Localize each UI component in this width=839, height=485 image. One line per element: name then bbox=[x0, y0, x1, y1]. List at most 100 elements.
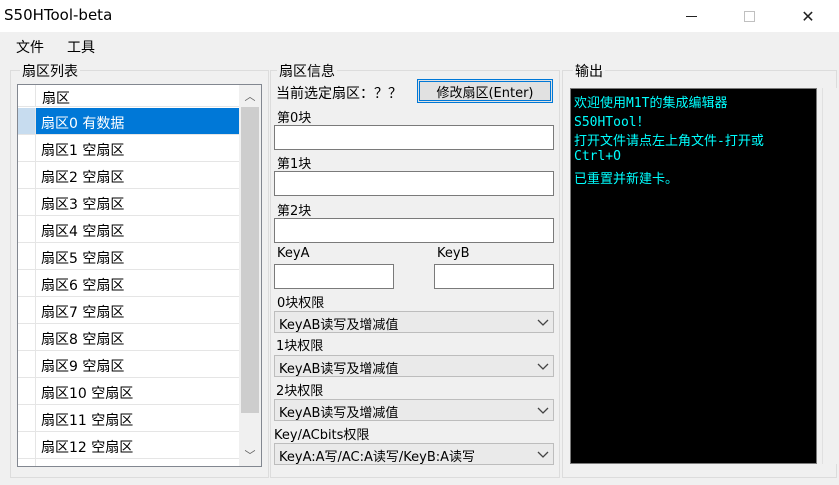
scroll-down-icon[interactable]: ﹀ bbox=[243, 446, 257, 464]
keyb-label: KeyB bbox=[437, 246, 470, 261]
block1-permission-select[interactable]: KeyAB读写及增减值 bbox=[274, 355, 554, 377]
chevron-down-icon bbox=[537, 319, 549, 326]
sector-row[interactable]: 扇区0 有数据 bbox=[18, 108, 239, 135]
output-console[interactable]: 欢迎使用M1T的集成编辑器 S50HTool！ 打开文件请点左上角文件-打开或 Ctr… bbox=[570, 88, 817, 464]
output-line: 欢迎使用M1T的集成编辑器 bbox=[574, 96, 728, 111]
sector-row-label: 扇区6 空扇区 bbox=[41, 278, 125, 294]
sector-row[interactable]: 扇区13 空扇区 bbox=[18, 459, 239, 466]
output-line: 已重置并新建卡。 bbox=[574, 172, 679, 187]
sector-row-label: 扇区12 空扇区 bbox=[41, 440, 134, 456]
sector-row-label: 扇区9 空扇区 bbox=[41, 359, 125, 375]
block0-permission-select[interactable]: KeyAB读写及增减值 bbox=[274, 311, 554, 333]
sector-row-label: 扇区5 空扇区 bbox=[41, 251, 125, 267]
block2-label: 第2块 bbox=[277, 204, 312, 219]
keya-input[interactable] bbox=[274, 264, 394, 289]
sector-row-label: 扇区2 空扇区 bbox=[41, 170, 125, 186]
block2-permission-value: KeyAB读写及增减值 bbox=[279, 406, 399, 421]
sector-row-label: 扇区1 空扇区 bbox=[41, 143, 125, 159]
window-title: S50HTool-beta bbox=[4, 6, 113, 24]
acbits-permission-value: KeyA:A写/AC:A读写/KeyB:A读写 bbox=[279, 450, 476, 465]
row-gutter bbox=[18, 459, 36, 466]
sector-row-label: 扇区3 空扇区 bbox=[41, 197, 125, 213]
sector-row-label: 扇区8 空扇区 bbox=[41, 332, 125, 348]
menu-tools[interactable]: 工具 bbox=[67, 37, 95, 57]
block1-input[interactable] bbox=[274, 171, 554, 196]
chevron-down-icon bbox=[537, 407, 549, 414]
block1-permission-value: KeyAB读写及增减值 bbox=[279, 362, 399, 377]
close-icon: ✕ bbox=[801, 6, 815, 26]
sector-row[interactable]: 扇区10 空扇区 bbox=[18, 378, 239, 405]
scrollbar-thumb[interactable] bbox=[241, 107, 259, 413]
acbits-permission-label: Key/ACbits权限 bbox=[274, 428, 370, 443]
close-button[interactable]: ✕ bbox=[785, 0, 831, 32]
block2-input[interactable] bbox=[274, 218, 554, 243]
menu-bar: 文件 工具 bbox=[0, 33, 839, 59]
maximize-button[interactable] bbox=[726, 0, 772, 32]
sector-list-title: 扇区列表 bbox=[20, 61, 80, 81]
menu-file[interactable]: 文件 bbox=[16, 37, 44, 57]
current-sector-label: 当前选定扇区：？？ bbox=[276, 86, 402, 102]
header-gutter bbox=[18, 85, 36, 107]
block2-permission-label: 2块权限 bbox=[276, 384, 324, 399]
sector-row[interactable]: 扇区7 空扇区 bbox=[18, 297, 239, 324]
minimize-button[interactable] bbox=[668, 0, 714, 32]
block2-permission-select[interactable]: KeyAB读写及增减值 bbox=[274, 399, 554, 421]
sector-row-label: 扇区0 有数据 bbox=[41, 116, 125, 132]
sector-row-label: 扇区13 空扇区 bbox=[41, 464, 133, 466]
row-gutter bbox=[18, 405, 36, 431]
output-scrollbar[interactable] bbox=[822, 88, 838, 464]
row-gutter bbox=[18, 135, 36, 161]
row-gutter bbox=[18, 162, 36, 188]
row-gutter bbox=[18, 216, 36, 242]
row-gutter bbox=[18, 297, 36, 323]
column-header-sector: 扇区 bbox=[42, 91, 70, 107]
row-gutter bbox=[18, 189, 36, 215]
maximize-icon bbox=[743, 10, 755, 22]
sector-list-header[interactable]: 扇区 bbox=[18, 85, 239, 107]
modify-sector-button[interactable]: 修改扇区(Enter) bbox=[417, 79, 553, 103]
modify-sector-label: 修改扇区(Enter) bbox=[436, 85, 534, 101]
keyb-input[interactable] bbox=[434, 264, 554, 289]
block1-permission-label: 1块权限 bbox=[276, 339, 324, 354]
block0-input[interactable] bbox=[274, 125, 554, 150]
title-bar: S50HTool-beta ✕ bbox=[0, 0, 839, 32]
sector-info-title: 扇区信息 bbox=[277, 61, 337, 81]
row-gutter bbox=[18, 432, 36, 458]
acbits-permission-select[interactable]: KeyA:A写/AC:A读写/KeyB:A读写 bbox=[274, 443, 554, 465]
row-gutter bbox=[18, 324, 36, 350]
sector-row[interactable]: 扇区6 空扇区 bbox=[18, 270, 239, 297]
block1-label: 第1块 bbox=[277, 157, 312, 172]
sector-row[interactable]: 扇区11 空扇区 bbox=[18, 405, 239, 432]
sector-row[interactable]: 扇区9 空扇区 bbox=[18, 351, 239, 378]
sector-row-label: 扇区7 空扇区 bbox=[41, 305, 125, 321]
output-line: S50HTool！ bbox=[574, 115, 650, 130]
block0-permission-value: KeyAB读写及增减值 bbox=[279, 318, 399, 333]
output-title: 输出 bbox=[573, 61, 605, 81]
block0-label: 第0块 bbox=[277, 111, 312, 126]
sector-row[interactable]: 扇区2 空扇区 bbox=[18, 162, 239, 189]
sector-list[interactable]: 扇区 扇区0 有数据 扇区1 空扇区 扇区2 空扇区 扇区3 空扇区 扇区4 空扇区 扇区… bbox=[17, 84, 262, 467]
sector-row-label: 扇区11 空扇区 bbox=[41, 413, 134, 429]
sector-row[interactable]: 扇区12 空扇区 bbox=[18, 432, 239, 459]
output-line: Ctrl+O bbox=[574, 149, 621, 164]
output-line: 打开文件请点左上角文件-打开或 bbox=[574, 134, 764, 149]
chevron-down-icon bbox=[537, 451, 549, 458]
chevron-down-icon bbox=[537, 363, 549, 370]
block0-permission-label: 0块权限 bbox=[277, 296, 325, 311]
sector-row[interactable]: 扇区1 空扇区 bbox=[18, 135, 239, 162]
minimize-icon bbox=[685, 15, 697, 17]
sector-list-scrollbar[interactable]: ︿ ﹀ bbox=[239, 85, 261, 466]
keya-label: KeyA bbox=[277, 246, 310, 261]
scroll-up-icon[interactable]: ︿ bbox=[243, 87, 257, 105]
sector-row-label: 扇区10 空扇区 bbox=[41, 386, 134, 402]
row-gutter bbox=[18, 351, 36, 377]
sector-row-label: 扇区4 空扇区 bbox=[41, 224, 125, 240]
row-gutter bbox=[18, 378, 36, 404]
row-gutter bbox=[18, 243, 36, 269]
sector-row[interactable]: 扇区8 空扇区 bbox=[18, 324, 239, 351]
row-gutter bbox=[18, 270, 36, 296]
sector-row[interactable]: 扇区5 空扇区 bbox=[18, 243, 239, 270]
sector-row[interactable]: 扇区3 空扇区 bbox=[18, 189, 239, 216]
row-gutter bbox=[18, 108, 36, 134]
sector-row[interactable]: 扇区4 空扇区 bbox=[18, 216, 239, 243]
